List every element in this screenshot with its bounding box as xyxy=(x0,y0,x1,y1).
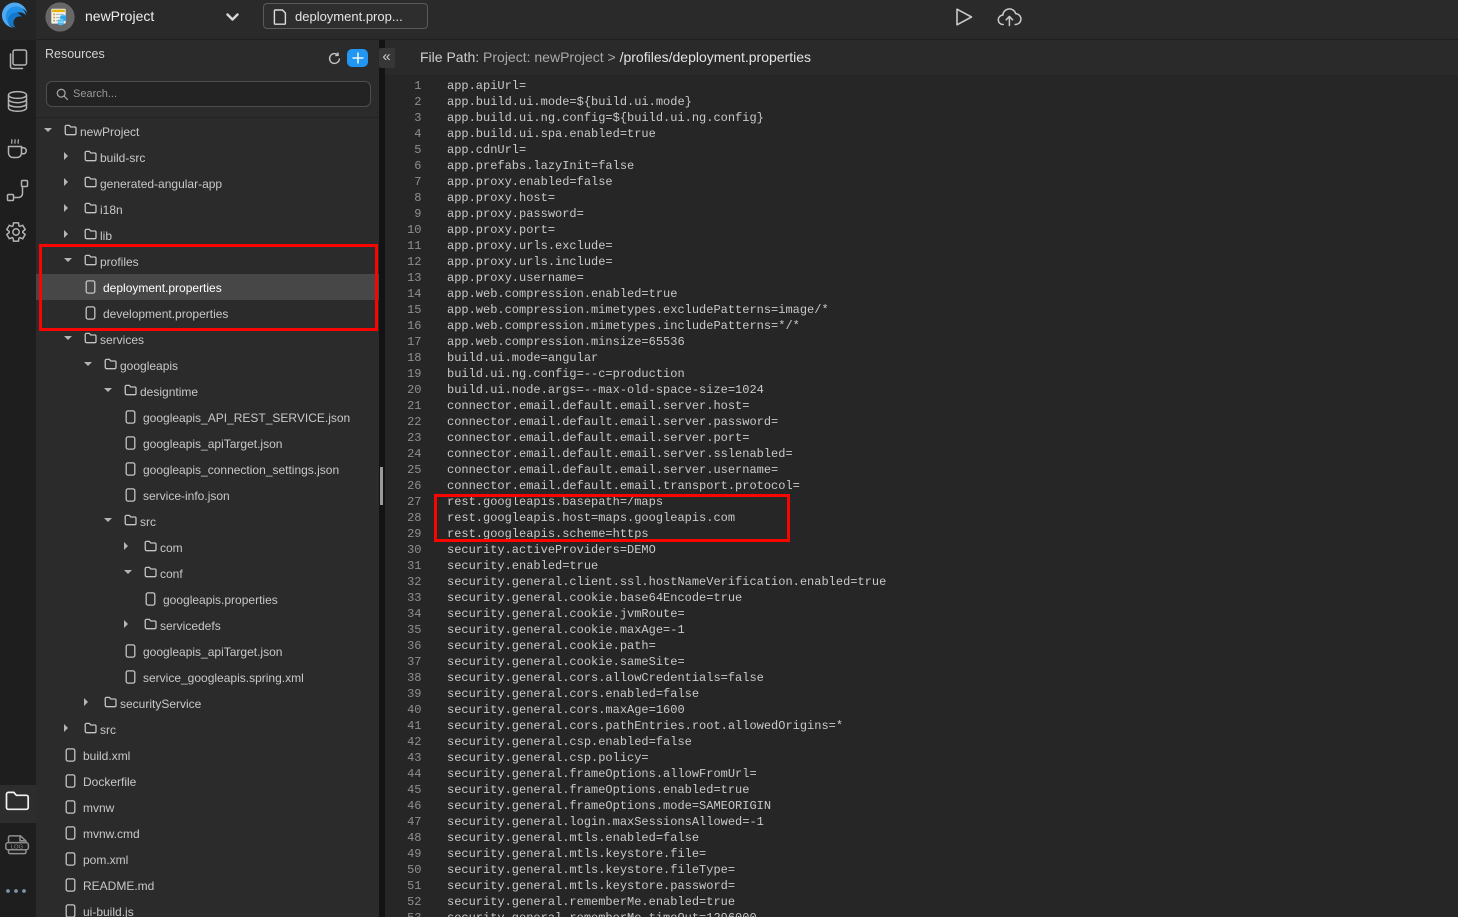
svg-text:LOG: LOG xyxy=(11,844,24,850)
